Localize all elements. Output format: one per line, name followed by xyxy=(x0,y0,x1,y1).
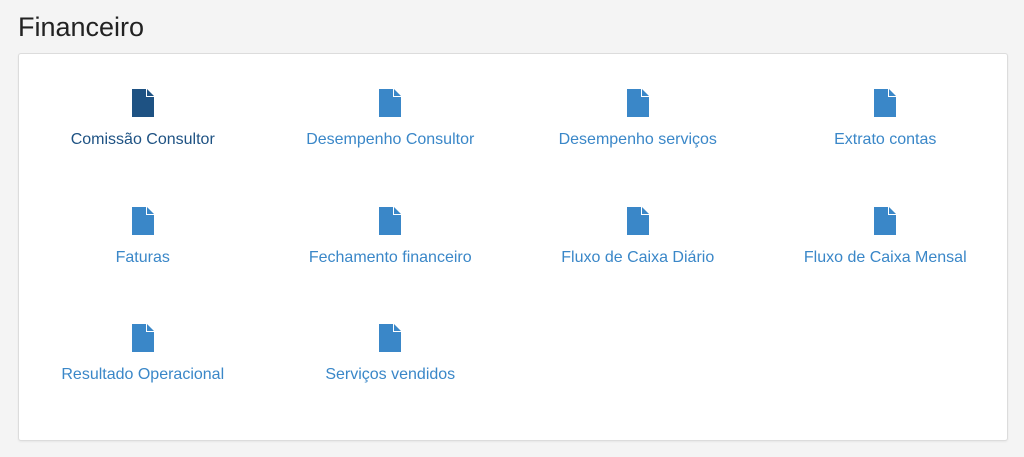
report-label: Resultado Operacional xyxy=(61,366,225,383)
report-link-desempenho-consultor[interactable]: Desempenho Consultor xyxy=(267,89,515,207)
report-link-fluxo-caixa-diario[interactable]: Fluxo de Caixa Diário xyxy=(514,206,762,325)
report-link-servicos-vendidos[interactable]: Serviços vendidos xyxy=(267,324,515,442)
report-link-resultado-operacional[interactable]: Resultado Operacional xyxy=(19,324,267,442)
report-label: Serviços vendidos xyxy=(325,366,456,383)
page-title: Financeiro xyxy=(18,12,145,42)
reports-grid: Comissão Consultor Desempenho Consultor … xyxy=(19,89,1009,442)
report-label: Extrato contas xyxy=(834,131,937,148)
report-label: Fluxo de Caixa Diário xyxy=(561,248,715,266)
report-label: Desempenho Consultor xyxy=(306,131,475,148)
report-link-comissao-consultor[interactable]: Comissão Consultor xyxy=(19,89,267,207)
file-icon xyxy=(626,206,649,235)
report-label: Faturas xyxy=(115,248,170,266)
report-link-fluxo-caixa-mensal[interactable]: Fluxo de Caixa Mensal xyxy=(762,206,1010,325)
report-label: Fluxo de Caixa Mensal xyxy=(803,248,967,266)
report-label: Comissão Consultor xyxy=(70,131,215,148)
reports-panel: Comissão Consultor Desempenho Consultor … xyxy=(18,53,1008,441)
file-icon xyxy=(131,206,154,235)
report-label: Desempenho serviços xyxy=(558,131,717,148)
report-link-extrato-contas[interactable]: Extrato contas xyxy=(762,89,1010,207)
report-link-faturas[interactable]: Faturas xyxy=(19,206,267,325)
report-link-fechamento-financeiro[interactable]: Fechamento financeiro xyxy=(267,206,515,325)
file-icon xyxy=(379,206,402,235)
file-icon xyxy=(379,324,402,352)
file-icon xyxy=(626,89,649,117)
file-icon xyxy=(379,89,402,117)
report-link-desempenho-servicos[interactable]: Desempenho serviços xyxy=(514,89,762,207)
report-label: Fechamento financeiro xyxy=(308,248,472,266)
file-icon xyxy=(131,89,154,117)
file-icon xyxy=(874,89,897,117)
file-icon xyxy=(131,324,154,352)
file-icon xyxy=(874,206,897,235)
